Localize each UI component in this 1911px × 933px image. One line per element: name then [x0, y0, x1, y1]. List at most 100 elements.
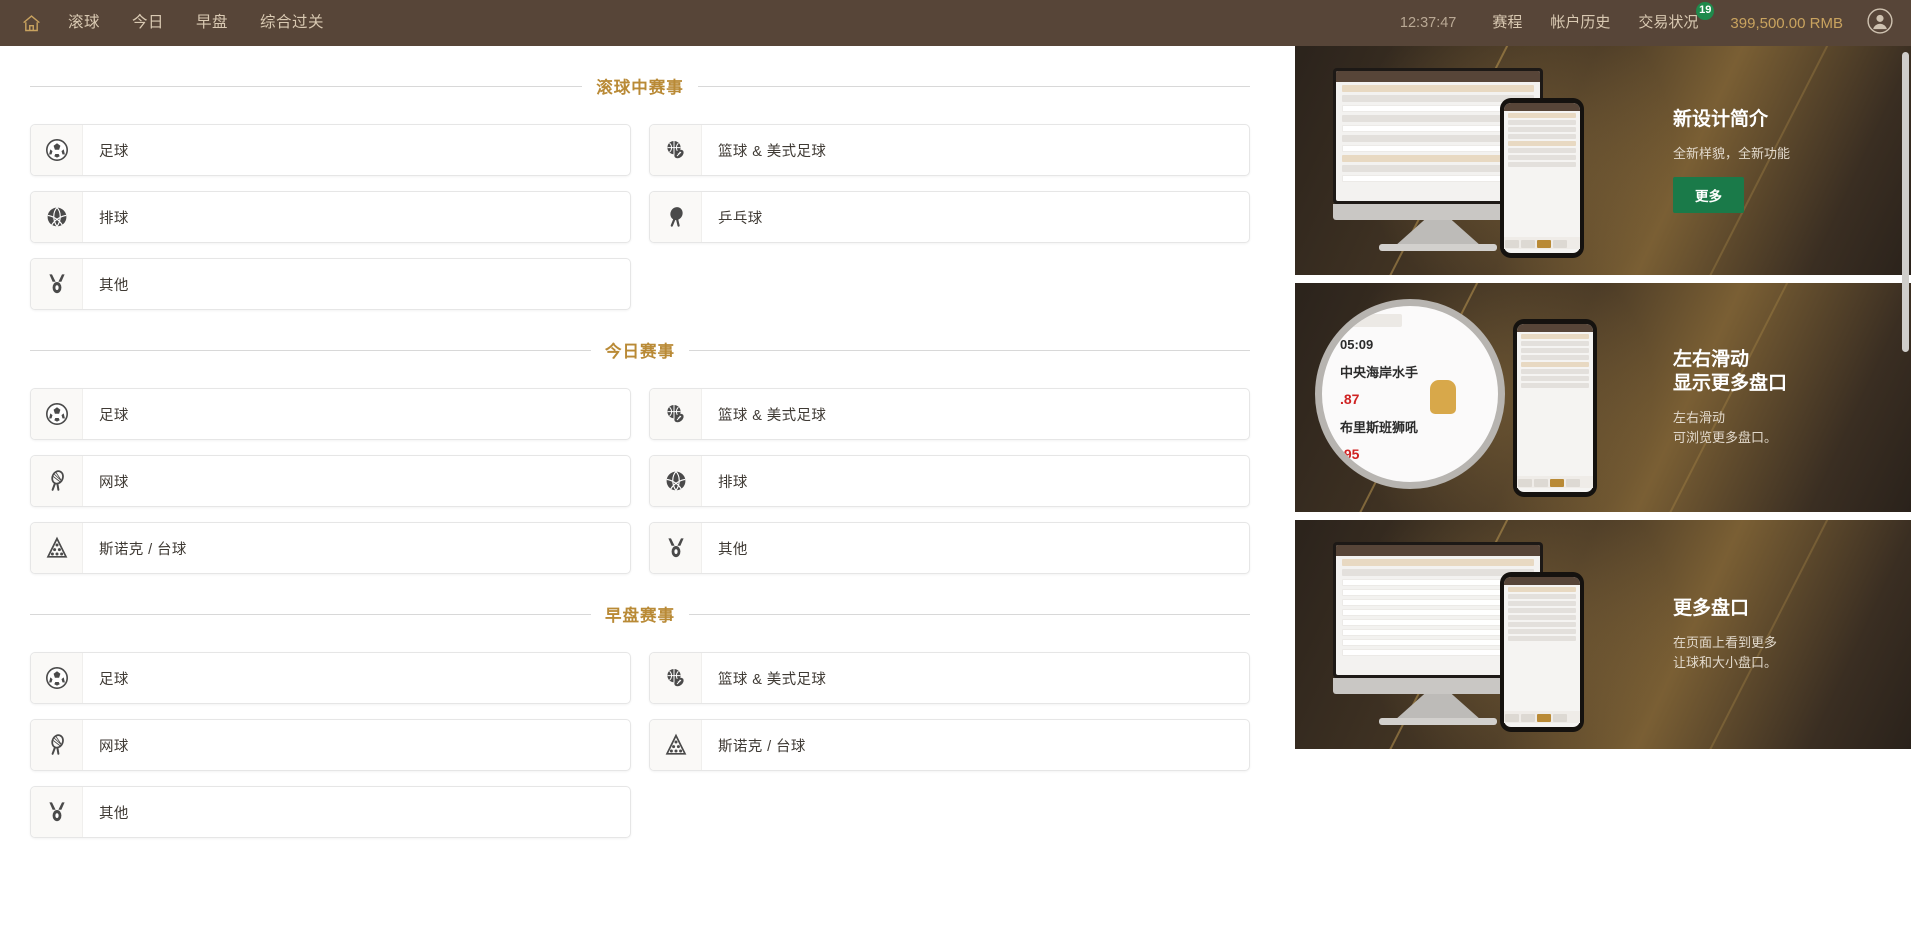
sport-card-basketball-football[interactable]: 篮球 & 美式足球: [649, 388, 1250, 440]
divider-right: [697, 85, 1250, 87]
snooker-rack-icon: [31, 523, 83, 573]
promo-heading: 新设计简介: [1673, 108, 1769, 130]
divider-left: [30, 85, 583, 87]
promo-more-button[interactable]: 更多: [1673, 177, 1744, 214]
status-badge: 19: [1696, 2, 1715, 20]
sport-card-soccer[interactable]: 足球: [30, 388, 631, 440]
section-early: 早盘赛事 足球 篮球 & 美式足球 网球 斯诺克 / 台球 其他: [30, 574, 1250, 838]
page-body: 滚球中赛事 足球 篮球 & 美式足球 排球 乒乓球 其他 今日赛事 足球 篮球 …: [0, 46, 1911, 933]
medal-icon: [31, 259, 83, 309]
promo-body: 全新样貌，全新功能: [1673, 145, 1791, 161]
soccer-ball-icon: [31, 653, 83, 703]
table-tennis-icon: [650, 192, 702, 242]
lens-odd-away: .95: [1340, 446, 1360, 462]
sport-card-label: 网球: [99, 474, 129, 491]
sport-card-label: 乒乓球: [718, 210, 763, 227]
promo-artwork-magnifier-phone: 05:09 中央海岸水手 .87 布里斯班狮吼 .95: [1295, 283, 1665, 512]
sport-card-snooker[interactable]: 斯诺克 / 台球: [30, 522, 631, 574]
promo-banner-more-markets[interactable]: 更多盘口 在页面上看到更多 让球和大小盘口。: [1295, 520, 1911, 749]
sport-card-tennis[interactable]: 网球: [30, 455, 631, 507]
promo-heading: 更多盘口: [1673, 597, 1750, 619]
home-icon: [21, 13, 42, 34]
promotions-rail: 新设计简介 全新样貌，全新功能 更多 05:09 中央海岸水手 .87 布里斯班…: [1280, 46, 1911, 933]
monitor-foot: [1379, 718, 1497, 725]
user-avatar-icon: [1867, 7, 1893, 39]
promo-artwork-desktop-phone: [1295, 46, 1665, 275]
promo-banner-new-design[interactable]: 新设计简介 全新样貌，全新功能 更多: [1295, 46, 1911, 275]
divider-left: [30, 613, 591, 615]
sport-card-label: 其他: [99, 805, 129, 822]
lens-team-home: 中央海岸水手: [1340, 365, 1419, 380]
phone-mockup: [1513, 319, 1597, 497]
sport-card-volleyball[interactable]: 排球: [30, 191, 631, 243]
sports-catalog-panel: 滚球中赛事 足球 篮球 & 美式足球 排球 乒乓球 其他 今日赛事 足球 篮球 …: [0, 46, 1280, 933]
nav-item-transaction-status[interactable]: 交易状况 19: [1624, 0, 1715, 46]
sport-card-label: 足球: [99, 143, 129, 160]
sport-card-table-tennis[interactable]: 乒乓球: [649, 191, 1250, 243]
promo-artwork-desktop-phone: [1295, 520, 1665, 749]
promo-body: 左右滑动 可浏览更多盘口。: [1673, 410, 1778, 445]
top-navigation-bar: 滚球 今日 早盘 综合过关 12:37:47 赛程 帐户历史 交易状况 19 3…: [0, 0, 1911, 46]
volleyball-icon: [31, 192, 83, 242]
monitor-foot: [1379, 244, 1497, 251]
sport-grid-today: 足球 篮球 & 美式足球 网球 排球 斯诺克 / 台球 其他: [30, 388, 1250, 574]
sport-card-tennis[interactable]: 网球: [30, 719, 631, 771]
section-header: 早盘赛事: [30, 602, 1250, 626]
sport-grid-early: 足球 篮球 & 美式足球 网球 斯诺克 / 台球 其他: [30, 652, 1250, 838]
home-button[interactable]: [10, 0, 52, 46]
hand-cursor-icon: [1430, 380, 1456, 414]
sport-card-label: 其他: [718, 541, 748, 558]
basketball-football-icon: [650, 389, 702, 439]
sport-card-other[interactable]: 其他: [649, 522, 1250, 574]
sport-card-label: 斯诺克 / 台球: [718, 738, 806, 755]
sport-card-soccer[interactable]: 足球: [30, 652, 631, 704]
promo-copy: 更多盘口 在页面上看到更多 让球和大小盘口。: [1665, 597, 1911, 672]
sport-card-label: 网球: [99, 738, 129, 755]
sport-card-label: 排球: [99, 210, 129, 227]
sport-card-label: 斯诺克 / 台球: [99, 541, 187, 558]
divider-right: [689, 613, 1250, 615]
secondary-nav: 12:37:47 赛程 帐户历史 交易状况 19 399,500.00 RMB: [1378, 0, 1897, 46]
sport-card-label: 排球: [718, 474, 748, 491]
medal-icon: [31, 787, 83, 837]
nav-item-schedule[interactable]: 赛程: [1478, 0, 1536, 46]
clock-display: 12:37:47: [1399, 15, 1457, 31]
sport-card-volleyball[interactable]: 排球: [649, 455, 1250, 507]
sport-card-snooker[interactable]: 斯诺克 / 台球: [649, 719, 1250, 771]
sport-card-label: 篮球 & 美式足球: [718, 671, 827, 688]
sport-card-label: 足球: [99, 671, 129, 688]
sport-card-other[interactable]: 其他: [30, 786, 631, 838]
tennis-racket-icon: [31, 456, 83, 506]
sport-card-basketball-football[interactable]: 篮球 & 美式足球: [649, 652, 1250, 704]
sport-card-soccer[interactable]: 足球: [30, 124, 631, 176]
section-header: 滚球中赛事: [30, 74, 1250, 98]
promo-banner-swipe-markets[interactable]: 05:09 中央海岸水手 .87 布里斯班狮吼 .95 左右滑动 显示更多盘口 …: [1295, 283, 1911, 512]
lens-team-away: 布里斯班狮吼: [1340, 420, 1419, 435]
sport-card-other[interactable]: 其他: [30, 258, 631, 310]
soccer-ball-icon: [31, 125, 83, 175]
nav-item-account-history[interactable]: 帐户历史: [1536, 0, 1624, 46]
nav-item-today[interactable]: 今日: [116, 0, 180, 46]
primary-nav: 滚球 今日 早盘 综合过关: [10, 0, 340, 46]
nav-item-transaction-status-label: 交易状况: [1638, 14, 1699, 31]
basketball-football-icon: [650, 653, 702, 703]
nav-item-early[interactable]: 早盘: [180, 0, 244, 46]
user-avatar-button[interactable]: [1863, 6, 1897, 40]
divider-left: [30, 349, 591, 351]
sport-card-label: 篮球 & 美式足球: [718, 143, 827, 160]
sport-card-label: 其他: [99, 277, 129, 294]
account-balance: 399,500.00 RMB: [1730, 14, 1843, 32]
basketball-football-icon: [650, 125, 702, 175]
medal-icon: [650, 523, 702, 573]
sport-card-label: 篮球 & 美式足球: [718, 407, 827, 424]
soccer-ball-icon: [31, 389, 83, 439]
promo-heading: 左右滑动 显示更多盘口: [1673, 348, 1788, 394]
promo-copy: 新设计简介 全新样貌，全新功能 更多: [1665, 108, 1911, 214]
volleyball-icon: [650, 456, 702, 506]
snooker-rack-icon: [650, 720, 702, 770]
nav-item-inplay[interactable]: 滚球: [52, 0, 116, 46]
section-header: 今日赛事: [30, 338, 1250, 362]
sport-card-basketball-football[interactable]: 篮球 & 美式足球: [649, 124, 1250, 176]
nav-item-parlay[interactable]: 综合过关: [244, 0, 340, 46]
section-title-inplay: 滚球中赛事: [596, 79, 684, 97]
